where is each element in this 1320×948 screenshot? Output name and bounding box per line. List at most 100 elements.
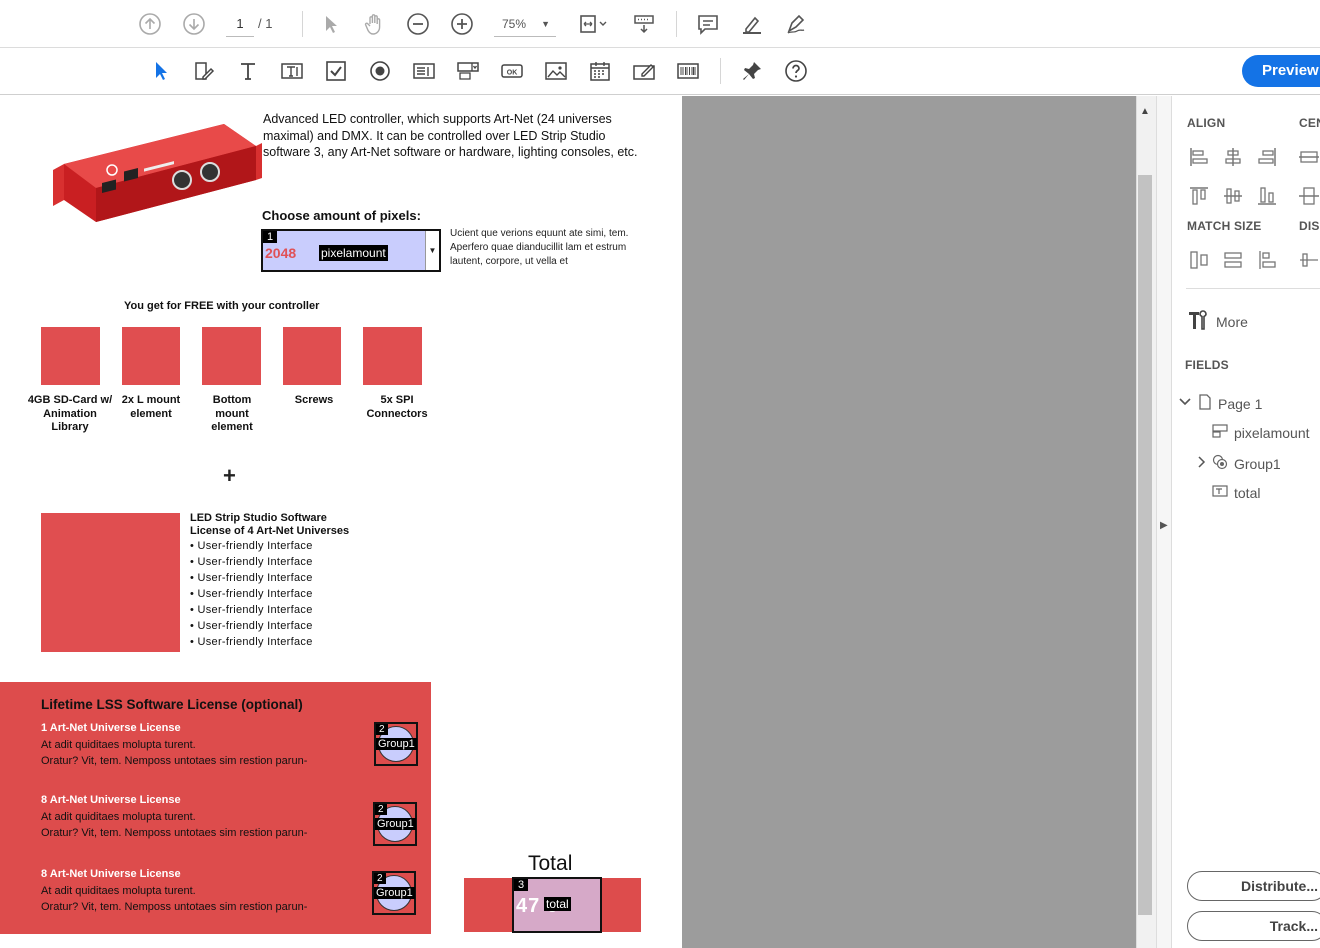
radio-group-name: Group1: [375, 818, 416, 830]
lss-software-image: [41, 513, 180, 652]
license-radio-button[interactable]: 2 Group1: [373, 802, 417, 846]
page-number-input[interactable]: 1: [226, 11, 254, 37]
pixelamount-dropdown-field[interactable]: 1 2048 pixelamount ▼: [261, 229, 441, 272]
align-center-horizontal-icon[interactable]: [1222, 146, 1244, 168]
highlight-icon[interactable]: [738, 10, 766, 38]
match-height-icon[interactable]: [1222, 249, 1244, 271]
divider: [1186, 288, 1320, 289]
tree-item-group1[interactable]: Group1: [1196, 454, 1281, 473]
scrollbar-thumb[interactable]: [1138, 175, 1152, 915]
chevron-down-icon[interactable]: ▼: [425, 231, 439, 270]
distribute-title: DIS: [1299, 219, 1320, 233]
match-both-icon[interactable]: [1256, 249, 1278, 271]
toolbar-divider: [676, 11, 677, 37]
zoom-select[interactable]: 75% ▼: [494, 11, 556, 37]
align-left-icon[interactable]: [1188, 146, 1210, 168]
button-tool-icon[interactable]: OK: [498, 57, 526, 85]
image-field-icon[interactable]: [542, 57, 570, 85]
radio-tool-icon[interactable]: [366, 57, 394, 85]
license-title: 8 Art-Net Universe License: [41, 868, 181, 880]
license-line: Oratur? Vit, tem. Nemposs untotaes sim r…: [41, 901, 308, 913]
list-item: • User-friendly Interface: [190, 604, 313, 616]
panel-collapse-bar[interactable]: ▶: [1156, 96, 1172, 948]
dropdown-tool-icon[interactable]: [454, 57, 482, 85]
center-vertical-icon[interactable]: [1298, 185, 1320, 207]
l-mount-image: [122, 327, 180, 385]
fit-page-icon[interactable]: [574, 10, 610, 38]
align-bottom-icon[interactable]: [1256, 185, 1278, 207]
list-box-icon[interactable]: [410, 57, 438, 85]
free-item-label: Bottom mount element: [211, 394, 253, 433]
match-width-icon[interactable]: [1188, 249, 1210, 271]
list-item: • User-friendly Interface: [190, 572, 313, 584]
total-text-field[interactable]: 3 47 0 total: [512, 877, 602, 933]
tab-order-badge: 2: [376, 724, 388, 735]
list-item: • User-friendly Interface: [190, 588, 313, 600]
list-item: • User-friendly Interface: [190, 540, 313, 552]
align-right-icon[interactable]: [1256, 146, 1278, 168]
license-title: 1 Art-Net Universe License: [41, 722, 181, 734]
checkbox-tool-icon[interactable]: [322, 57, 350, 85]
track-button[interactable]: Track...: [1187, 911, 1320, 941]
sign-icon[interactable]: [782, 10, 810, 38]
signature-field-icon[interactable]: [630, 57, 658, 85]
hand-tool-icon[interactable]: [360, 10, 388, 38]
chevron-up-icon[interactable]: ▲: [1140, 106, 1150, 117]
select-cursor-icon[interactable]: [316, 10, 344, 38]
spi-connectors-image: [363, 327, 422, 385]
screws-image: [283, 327, 341, 385]
center-title: CEN: [1299, 116, 1320, 130]
license-radio-button[interactable]: 2 Group1: [372, 871, 416, 915]
previous-page-icon[interactable]: [136, 10, 164, 38]
free-items-heading: You get for FREE with your controller: [124, 300, 320, 312]
help-icon[interactable]: [782, 57, 810, 85]
comment-icon[interactable]: [694, 10, 722, 38]
license-radio-button[interactable]: 2 Group1: [374, 722, 418, 766]
license-line: At adit quiditaes molupta turent.: [41, 811, 196, 823]
choose-pixels-label: Choose amount of pixels:: [262, 208, 421, 223]
lss-subtitle: License of 4 Art-Net Universes: [190, 525, 350, 537]
text-tool-icon[interactable]: [234, 57, 262, 85]
next-page-icon[interactable]: [180, 10, 208, 38]
text-field-icon: [1212, 484, 1228, 501]
select-object-icon[interactable]: [146, 57, 174, 85]
barcode-icon[interactable]: [674, 57, 702, 85]
tab-order-badge: 2: [374, 873, 386, 884]
tree-item-total[interactable]: total: [1212, 484, 1260, 501]
fields-title: FIELDS: [1185, 358, 1229, 372]
license-line: At adit quiditaes molupta turent.: [41, 885, 196, 897]
scroll-mode-icon[interactable]: [630, 10, 658, 38]
form-tools-toolbar: OK: [0, 48, 1320, 95]
align-middle-icon[interactable]: [1222, 185, 1244, 207]
license-title: 8 Art-Net Universe License: [41, 794, 181, 806]
tree-item-pixelamount[interactable]: pixelamount: [1212, 424, 1310, 441]
license-line: At adit quiditaes molupta turent.: [41, 739, 196, 751]
preview-button[interactable]: Preview: [1242, 55, 1320, 87]
text-field-icon[interactable]: [278, 57, 306, 85]
zoom-out-icon[interactable]: [404, 10, 432, 38]
tree-page-1[interactable]: Page 1: [1178, 394, 1262, 413]
toolbar-divider: [720, 58, 721, 84]
license-line: Oratur? Vit, tem. Nemposs untotaes sim r…: [41, 755, 308, 767]
distribute-button[interactable]: Distribute...: [1187, 871, 1320, 901]
more-tools-button[interactable]: More: [1186, 308, 1248, 335]
zoom-in-icon[interactable]: [448, 10, 476, 38]
kebab-menu-icon[interactable]: ⋮: [1316, 357, 1320, 374]
chevron-down-icon[interactable]: [1178, 395, 1192, 412]
date-field-icon[interactable]: [586, 57, 614, 85]
main-toolbar: 1 / 1 75% ▼: [0, 0, 1320, 48]
chevron-right-icon[interactable]: [1196, 455, 1206, 472]
tree-item-label: total: [1234, 484, 1261, 501]
center-horizontal-icon[interactable]: [1298, 146, 1320, 168]
tools-icon: [1186, 308, 1210, 335]
free-item-label: 5x SPI Connectors: [366, 394, 428, 420]
align-top-icon[interactable]: [1188, 185, 1210, 207]
list-item: • User-friendly Interface: [190, 620, 313, 632]
chevron-right-icon[interactable]: ▶: [1160, 520, 1168, 531]
distribute-horizontal-icon[interactable]: [1298, 249, 1320, 271]
edit-form-icon[interactable]: [190, 57, 218, 85]
free-item-label: 4GB SD-Card w/ Animation Library: [27, 394, 113, 433]
chevron-down-icon: ▼: [541, 19, 550, 29]
pin-icon[interactable]: [738, 57, 766, 85]
page-total: / 1: [258, 16, 273, 31]
